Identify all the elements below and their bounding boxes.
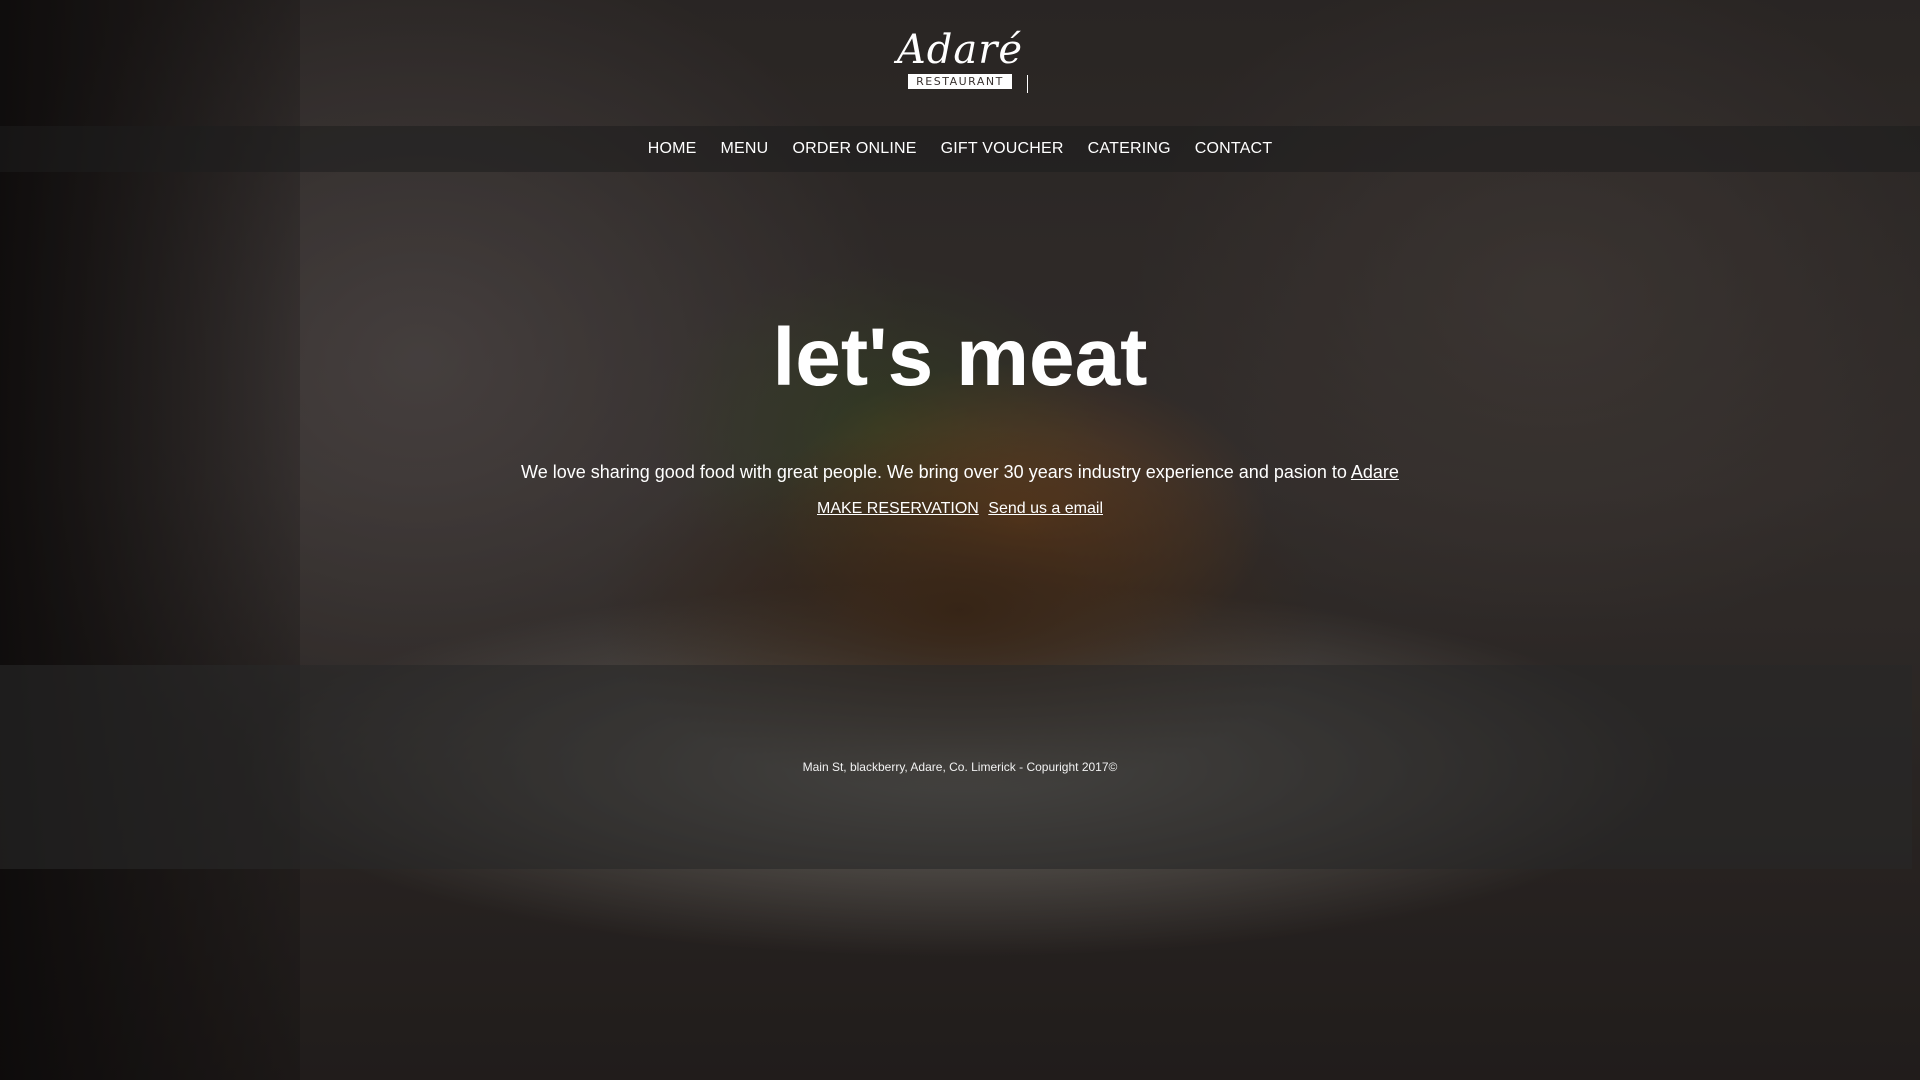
make-reservation-link[interactable]: MAKE RESERVATION [817,500,979,517]
logo-tagline: RESTAURANT [908,74,1012,89]
nav-item-home[interactable]: HOME [636,140,709,158]
logo-wordmark: Adaré [896,27,1024,73]
adare-link[interactable]: Adare [1351,462,1399,482]
nav-item-contact[interactable]: CONTACT [1183,140,1285,158]
nav-item-gift-voucher[interactable]: GIFT VOUCHER [929,140,1076,158]
main-navigation: HOME MENU ORDER ONLINE GIFT VOUCHER CATE… [0,126,1920,172]
send-email-link[interactable]: Send us a email [988,500,1103,517]
text-cursor [1027,75,1028,93]
hero-description: We love sharing good food with great peo… [0,461,1920,483]
hero-actions: MAKE RESERVATION Send us a email [0,499,1920,519]
nav-list: HOME MENU ORDER ONLINE GIFT VOUCHER CATE… [0,126,1920,172]
nav-item-menu[interactable]: MENU [709,140,781,158]
hero-title: let's meat [772,312,1148,403]
site-logo[interactable]: Adaré RESTAURANT [890,30,1030,92]
nav-item-catering[interactable]: CATERING [1076,140,1183,158]
footer-address: Main St, blackberry, Adare, Co. Limerick… [802,760,1118,774]
page: Adaré RESTAURANT HOME MENU ORDER ONLINE … [0,0,1920,1080]
nav-item-order-online[interactable]: ORDER ONLINE [780,140,928,158]
hero-description-text: We love sharing good food with great peo… [521,462,1347,482]
